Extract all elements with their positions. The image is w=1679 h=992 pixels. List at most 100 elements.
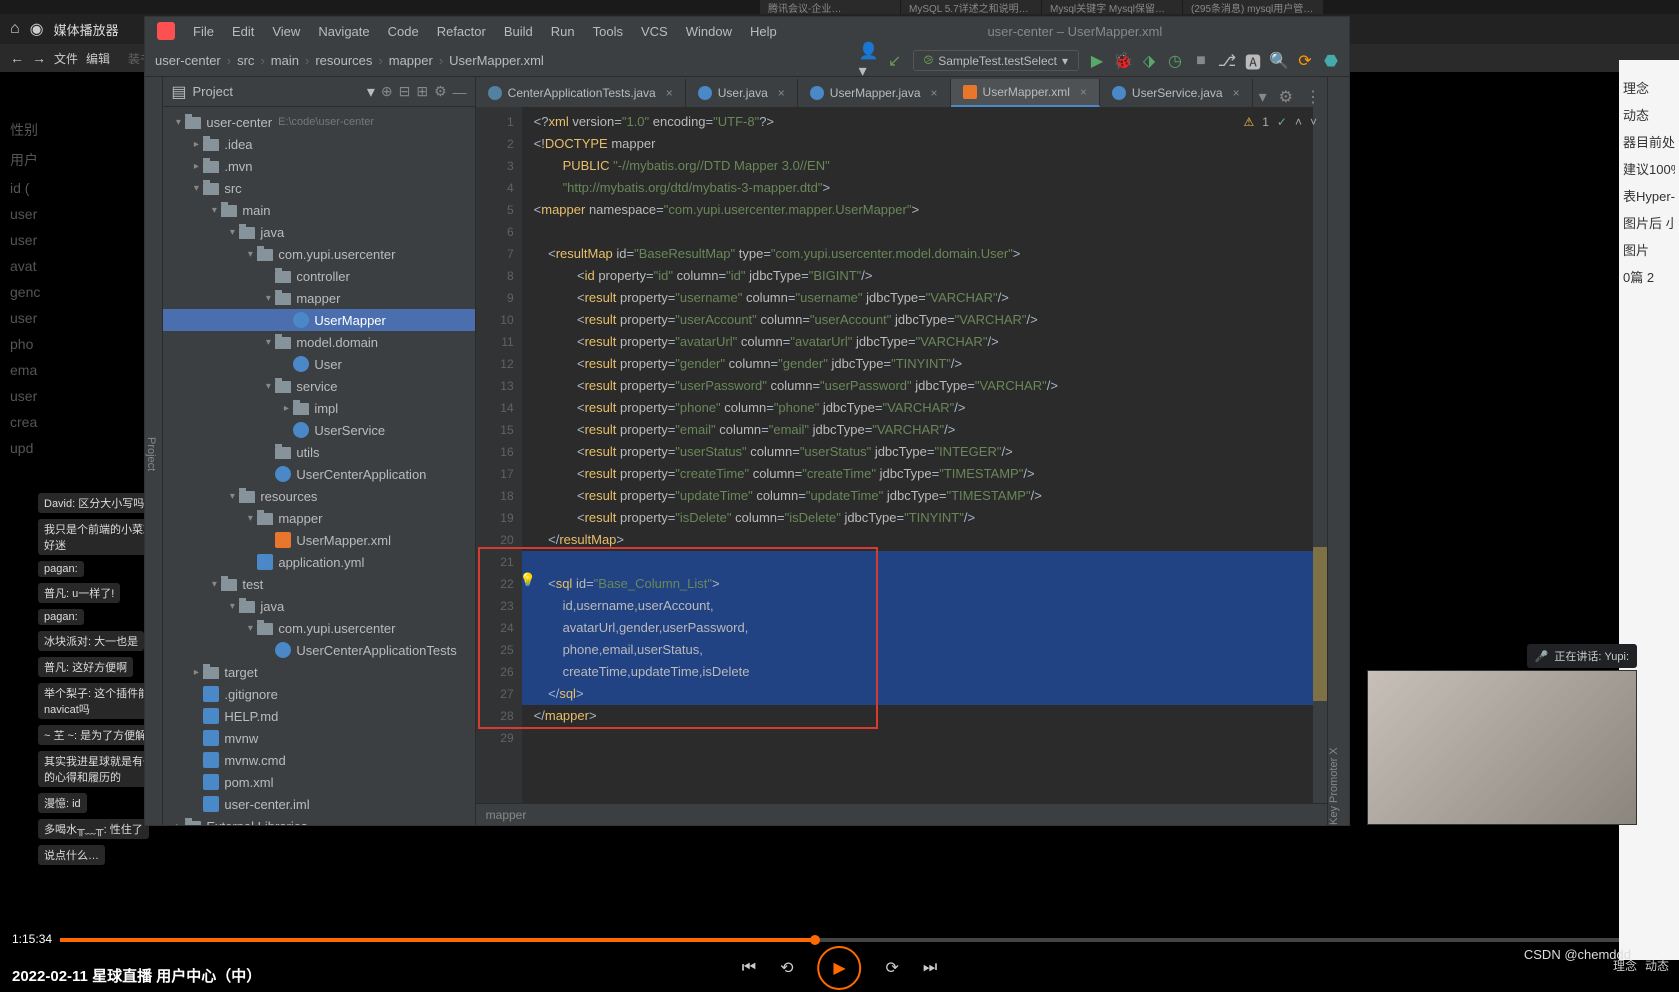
tree-arrow-icon[interactable]: ▾ — [207, 579, 221, 590]
tree-row[interactable]: User — [163, 353, 474, 375]
tree-row[interactable]: application.yml — [163, 551, 474, 573]
code-line[interactable]: <result property="gender" column="gender… — [534, 353, 1327, 375]
tree-arrow-icon[interactable]: ▾ — [261, 381, 275, 392]
tree-row[interactable]: mvnw — [163, 727, 474, 749]
debug-icon[interactable]: 🐞 — [1115, 53, 1131, 69]
code-line[interactable]: id,username,userAccount, — [534, 595, 1327, 617]
code-line[interactable]: <result property="email" column="email" … — [534, 419, 1327, 441]
right-tool-gutter[interactable]: Key Promoter XDatabaseMavenRestfulTool — [1327, 77, 1349, 825]
tree-arrow-icon[interactable]: ▸ — [189, 139, 203, 150]
code-line[interactable]: <result property="avatarUrl" column="ava… — [534, 331, 1327, 353]
code-breadcrumb[interactable]: mapper — [476, 803, 1327, 825]
menu-vcs[interactable]: VCS — [641, 24, 668, 39]
tool-window-tab[interactable]: Key Promoter X — [1328, 83, 1340, 825]
shield-icon[interactable]: ⬣ — [1323, 53, 1339, 69]
menu-tools[interactable]: Tools — [593, 24, 623, 39]
chevron-down-icon[interactable]: ▾ — [367, 82, 375, 102]
breadcrumb[interactable]: user-center›src›main›resources›mapper›Us… — [155, 53, 544, 68]
tree-row[interactable]: ▸.mvn — [163, 155, 474, 177]
tree-row[interactable]: pom.xml — [163, 771, 474, 793]
editor-tab[interactable]: UserMapper.java× — [798, 79, 951, 107]
inspection-bar[interactable]: ⚠ 1 ✓ ˄ ˅ — [1243, 111, 1317, 133]
close-icon[interactable]: × — [666, 86, 673, 100]
code-line[interactable]: <result property="userAccount" column="u… — [534, 309, 1327, 331]
code-line[interactable]: <result property="isDelete" column="isDe… — [534, 507, 1327, 529]
code-line[interactable]: PUBLIC "-//mybatis.org//DTD Mapper 3.0//… — [534, 155, 1327, 177]
sync-icon[interactable]: ⟳ — [1297, 53, 1313, 69]
video-tab[interactable]: 动态 — [1645, 957, 1669, 974]
tree-row[interactable]: ▸.idea — [163, 133, 474, 155]
tree-row[interactable]: controller — [163, 265, 474, 287]
tree-row[interactable]: UserCenterApplicationTests — [163, 639, 474, 661]
breadcrumb-item[interactable]: mapper — [389, 53, 433, 68]
expand-icon[interactable]: ⊟ — [399, 83, 411, 100]
code-line[interactable]: <result property="userStatus" column="us… — [534, 441, 1327, 463]
target-icon[interactable]: ⊕ — [381, 83, 393, 100]
hide-icon[interactable]: — — [453, 84, 467, 100]
tree-row[interactable]: ▾java — [163, 595, 474, 617]
tree-arrow-icon[interactable]: ▾ — [189, 183, 203, 194]
tree-row[interactable]: ▾model.domain — [163, 331, 474, 353]
rewind-icon[interactable]: ⟲ — [780, 958, 793, 978]
tree-row[interactable]: ▾src — [163, 177, 474, 199]
tree-row[interactable]: UserService — [163, 419, 474, 441]
tree-row[interactable]: ▾mapper — [163, 507, 474, 529]
tree-row[interactable]: ▸impl — [163, 397, 474, 419]
code-line[interactable]: avatarUrl,gender,userPassword, — [534, 617, 1327, 639]
breadcrumb-item[interactable]: main — [271, 53, 299, 68]
gear-icon[interactable]: ⚙ — [434, 83, 447, 100]
tree-arrow-icon[interactable]: ▾ — [243, 513, 257, 524]
editor-tab[interactable]: UserService.java× — [1100, 79, 1253, 107]
tree-arrow-icon[interactable]: ▾ — [225, 601, 239, 612]
coverage-icon[interactable]: ⬗ — [1141, 53, 1157, 69]
search-icon[interactable]: 🔍 — [1271, 53, 1287, 69]
tree-row[interactable]: HELP.md — [163, 705, 474, 727]
tab-more-icon[interactable]: ⋮ — [1299, 87, 1327, 107]
editor-tab[interactable]: CenterApplicationTests.java× — [476, 79, 686, 107]
breadcrumb-item[interactable]: user-center — [155, 53, 221, 68]
forward-icon[interactable]: → — [32, 50, 46, 66]
tree-arrow-icon[interactable]: ▸ — [279, 403, 293, 414]
code-line[interactable]: <result property="username" column="user… — [534, 287, 1327, 309]
tree-row[interactable]: ▾main — [163, 199, 474, 221]
down-icon[interactable]: ˅ — [1310, 111, 1317, 133]
browser-tab[interactable]: (295条消息) mysql用户管… — [1183, 0, 1323, 14]
menu-refactor[interactable]: Refactor — [437, 24, 486, 39]
menu-code[interactable]: Code — [388, 24, 419, 39]
code-line[interactable]: </resultMap> — [534, 529, 1327, 551]
code-area[interactable]: ⚠ 1 ✓ ˄ ˅ <?xml version="1.0" encoding="… — [522, 107, 1327, 803]
stop-icon[interactable]: ■ — [1193, 53, 1209, 69]
tree-arrow-icon[interactable]: ▸ — [171, 821, 185, 826]
translate-icon[interactable]: 🅰 — [1245, 53, 1261, 69]
tree-row[interactable]: ▾java — [163, 221, 474, 243]
tree-row[interactable]: ▸target — [163, 661, 474, 683]
menu-edit[interactable]: Edit — [232, 24, 254, 39]
tree-row[interactable]: ▸External Libraries — [163, 815, 474, 825]
tree-arrow-icon[interactable]: ▾ — [243, 623, 257, 634]
code-line[interactable]: <resultMap id="BaseResultMap" type="com.… — [534, 243, 1327, 265]
up-icon[interactable]: ˄ — [1295, 111, 1302, 133]
tree-arrow-icon[interactable]: ▸ — [189, 161, 203, 172]
breadcrumb-item[interactable]: resources — [315, 53, 372, 68]
code-line[interactable] — [534, 727, 1327, 749]
left-tool-gutter[interactable]: Project — [145, 77, 163, 825]
code-line[interactable]: <result property="phone" column="phone" … — [534, 397, 1327, 419]
tree-row[interactable]: ▾com.yupi.usercenter — [163, 617, 474, 639]
git-icon[interactable]: ⎇ — [1219, 53, 1235, 69]
profiler-icon[interactable]: ◷ — [1167, 53, 1183, 69]
code-line[interactable]: <result property="userPassword" column="… — [534, 375, 1327, 397]
menu-help[interactable]: Help — [750, 24, 777, 39]
menu-navigate[interactable]: Navigate — [318, 24, 369, 39]
code-line[interactable]: <result property="createTime" column="cr… — [534, 463, 1327, 485]
close-icon[interactable]: × — [1080, 85, 1087, 99]
tree-row[interactable]: utils — [163, 441, 474, 463]
tree-row[interactable]: ▾mapper — [163, 287, 474, 309]
menu-build[interactable]: Build — [504, 24, 533, 39]
tree-row[interactable]: ▾service — [163, 375, 474, 397]
breadcrumb-item[interactable]: src — [237, 53, 254, 68]
browser-tab[interactable]: MySQL 5.7详述之和说明… — [901, 0, 1041, 14]
project-tree[interactable]: ▾user-centerE:\code\user-center▸.idea▸.m… — [163, 107, 474, 825]
tree-row[interactable]: ▾com.yupi.usercenter — [163, 243, 474, 265]
editor-tab[interactable]: UserMapper.xml× — [951, 79, 1100, 107]
code-line[interactable]: "http://mybatis.org/dtd/mybatis-3-mapper… — [534, 177, 1327, 199]
